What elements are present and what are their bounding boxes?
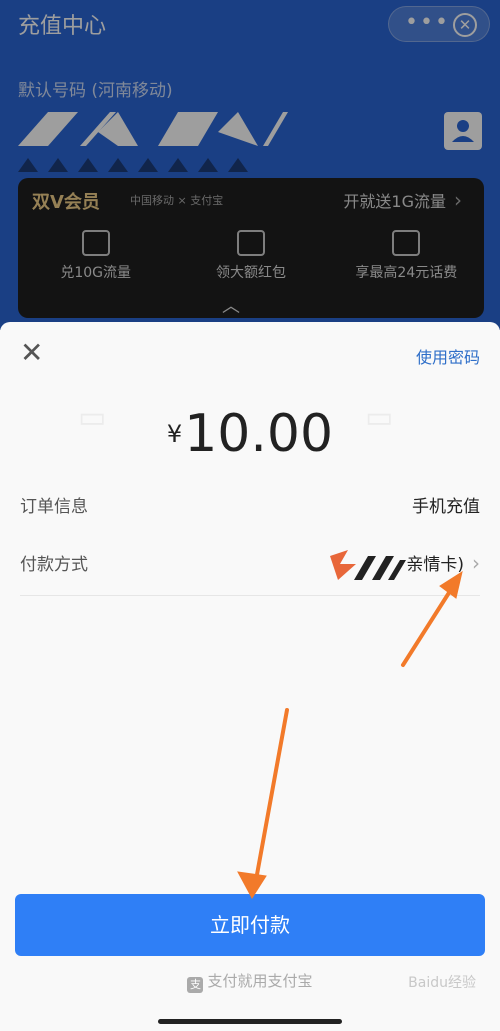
payment-sheet: ▭ ▭ ✕ 使用密码 ¥10.00 订单信息 手机充值 付款方式 亲情卡) › 立… — [0, 322, 500, 1031]
order-info-row: 订单信息 手机充值 — [20, 492, 480, 522]
payment-amount: ¥10.00 — [0, 404, 500, 464]
home-indicator[interactable] — [158, 1019, 342, 1024]
dim-overlay — [0, 0, 500, 330]
divider — [20, 595, 480, 596]
alipay-icon: 支 — [187, 977, 204, 993]
chevron-right-icon: › — [472, 551, 480, 575]
payment-method-selector[interactable]: 亲情卡) › — [330, 550, 480, 580]
order-info-label: 订单信息 — [20, 497, 88, 517]
watermark: Baidu经验 — [408, 975, 476, 991]
close-icon[interactable]: ✕ — [20, 339, 43, 367]
amount-value: 10.00 — [184, 404, 334, 464]
payment-method-label: 付款方式 — [20, 555, 88, 575]
masked-card-name — [330, 550, 407, 580]
use-password-link[interactable]: 使用密码 — [416, 344, 480, 368]
payment-method-row[interactable]: 付款方式 亲情卡) › — [20, 550, 480, 580]
currency-symbol: ¥ — [166, 420, 183, 448]
order-info-value: 手机充值 — [412, 497, 480, 517]
pay-now-button[interactable]: 立即付款 — [15, 894, 485, 956]
